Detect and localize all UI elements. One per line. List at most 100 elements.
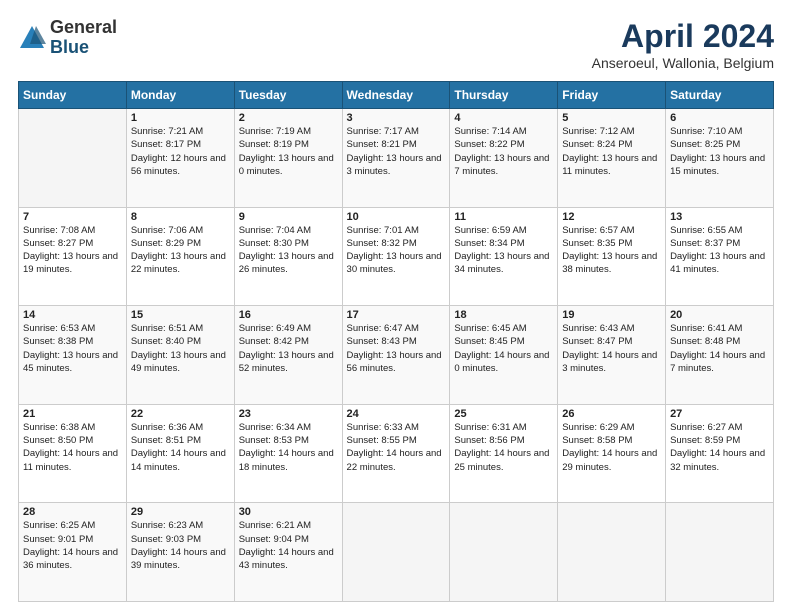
day-info: Sunrise: 6:41 AMSunset: 8:48 PMDaylight:… [670,322,769,375]
sunset: Sunset: 9:04 PM [239,534,309,545]
daylight: Daylight: 14 hours and 3 minutes. [562,350,657,374]
sunset: Sunset: 8:43 PM [347,336,417,347]
calendar-cell: 26Sunrise: 6:29 AMSunset: 8:58 PMDayligh… [558,404,666,503]
day-number: 23 [239,408,338,420]
week-row-5: 28Sunrise: 6:25 AMSunset: 9:01 PMDayligh… [19,503,774,602]
sunset: Sunset: 8:40 PM [131,336,201,347]
sunset: Sunset: 8:47 PM [562,336,632,347]
daylight: Daylight: 13 hours and 15 minutes. [670,153,765,177]
daylight: Daylight: 14 hours and 7 minutes. [670,350,765,374]
sunrise: Sunrise: 6:43 AM [562,323,634,334]
daylight: Daylight: 14 hours and 29 minutes. [562,448,657,472]
day-number: 22 [131,408,230,420]
calendar-cell: 1Sunrise: 7:21 AMSunset: 8:17 PMDaylight… [126,109,234,208]
daylight: Daylight: 13 hours and 26 minutes. [239,251,334,275]
sunrise: Sunrise: 6:57 AM [562,225,634,236]
calendar-table: SundayMondayTuesdayWednesdayThursdayFrid… [18,81,774,602]
sunrise: Sunrise: 6:51 AM [131,323,203,334]
daylight: Daylight: 13 hours and 3 minutes. [347,153,442,177]
sunrise: Sunrise: 7:21 AM [131,126,203,137]
calendar-cell: 8Sunrise: 7:06 AMSunset: 8:29 PMDaylight… [126,207,234,306]
sunset: Sunset: 8:29 PM [131,238,201,249]
logo-text: General Blue [50,18,117,58]
sunrise: Sunrise: 7:12 AM [562,126,634,137]
week-row-1: 1 Sunrise: 7:21 AM Sunset: 8:17 PM Daylight… [19,109,774,208]
sunset: Sunset: 8:53 PM [239,435,309,446]
logo-icon [18,24,46,52]
sunrise: Sunrise: 6:59 AM [454,225,526,236]
day-number: 3 [347,112,446,124]
day-number: 21 [23,408,122,420]
day-info: Sunrise: 7:01 AMSunset: 8:32 PMDaylight:… [347,224,446,277]
sunset: Sunset: 8:30 PM [239,238,309,249]
subtitle: Anseroeul, Wallonia, Belgium [592,55,774,71]
calendar-cell: 21Sunrise: 6:38 AMSunset: 8:50 PMDayligh… [19,404,127,503]
day-number: 8 [131,211,230,223]
week-row-4: 21Sunrise: 6:38 AMSunset: 8:50 PMDayligh… [19,404,774,503]
calendar-cell: 13Sunrise: 6:55 AMSunset: 8:37 PMDayligh… [666,207,774,306]
day-info: Sunrise: 7:14 AMSunset: 8:22 PMDaylight:… [454,125,553,178]
sunrise: Sunrise: 7:14 AM [454,126,526,137]
day-number: 11 [454,211,553,223]
day-info: Sunrise: 6:33 AMSunset: 8:55 PMDaylight:… [347,421,446,474]
sunset: Sunset: 8:17 PM [131,139,201,150]
day-info: Sunrise: 6:25 AMSunset: 9:01 PMDaylight:… [23,519,122,572]
sunset: Sunset: 8:24 PM [562,139,632,150]
daylight: Daylight: 14 hours and 11 minutes. [23,448,118,472]
weekday-header-sunday: Sunday [19,82,127,109]
day-info: Sunrise: 6:23 AMSunset: 9:03 PMDaylight:… [131,519,230,572]
calendar-cell: 3Sunrise: 7:17 AMSunset: 8:21 PMDaylight… [342,109,450,208]
calendar-cell: 27Sunrise: 6:27 AMSunset: 8:59 PMDayligh… [666,404,774,503]
day-number: 27 [670,408,769,420]
day-number: 25 [454,408,553,420]
sunset: Sunset: 9:01 PM [23,534,93,545]
sunset: Sunset: 8:58 PM [562,435,632,446]
day-info: Sunrise: 7:12 AMSunset: 8:24 PMDaylight:… [562,125,661,178]
sunrise: Sunrise: 6:47 AM [347,323,419,334]
daylight: Daylight: 13 hours and 19 minutes. [23,251,118,275]
day-number: 1 [131,112,230,124]
sunset: Sunset: 8:27 PM [23,238,93,249]
day-info: Sunrise: 6:45 AMSunset: 8:45 PMDaylight:… [454,322,553,375]
day-number: 14 [23,309,122,321]
calendar-cell: 10Sunrise: 7:01 AMSunset: 8:32 PMDayligh… [342,207,450,306]
sunrise: Sunrise: 6:53 AM [23,323,95,334]
day-number: 30 [239,506,338,518]
daylight: Daylight: 14 hours and 18 minutes. [239,448,334,472]
sunrise: Sunrise: 6:23 AM [131,520,203,531]
sunset: Sunset: 8:51 PM [131,435,201,446]
day-number: 28 [23,506,122,518]
calendar-cell [558,503,666,602]
sunset: Sunset: 8:59 PM [670,435,740,446]
daylight: Daylight: 14 hours and 36 minutes. [23,547,118,571]
day-number: 12 [562,211,661,223]
day-info: Sunrise: 6:59 AMSunset: 8:34 PMDaylight:… [454,224,553,277]
calendar-cell: 14Sunrise: 6:53 AMSunset: 8:38 PMDayligh… [19,306,127,405]
sunset: Sunset: 8:48 PM [670,336,740,347]
day-number: 24 [347,408,446,420]
logo-general: General [50,18,117,38]
sunrise: Sunrise: 7:01 AM [347,225,419,236]
day-number: 4 [454,112,553,124]
day-number: 6 [670,112,769,124]
daylight: Daylight: 13 hours and 41 minutes. [670,251,765,275]
sunrise: Sunrise: 7:10 AM [670,126,742,137]
calendar-cell: 23Sunrise: 6:34 AMSunset: 8:53 PMDayligh… [234,404,342,503]
day-info: Sunrise: 7:19 AMSunset: 8:19 PMDaylight:… [239,125,338,178]
daylight: Daylight: 13 hours and 45 minutes. [23,350,118,374]
calendar-cell: 5Sunrise: 7:12 AMSunset: 8:24 PMDaylight… [558,109,666,208]
weekday-header-tuesday: Tuesday [234,82,342,109]
logo-blue: Blue [50,38,117,58]
day-number: 20 [670,309,769,321]
daylight: Daylight: 13 hours and 52 minutes. [239,350,334,374]
calendar-cell: 28Sunrise: 6:25 AMSunset: 9:01 PMDayligh… [19,503,127,602]
calendar-cell: 19Sunrise: 6:43 AMSunset: 8:47 PMDayligh… [558,306,666,405]
day-number: 5 [562,112,661,124]
weekday-header-monday: Monday [126,82,234,109]
sunset: Sunset: 8:55 PM [347,435,417,446]
calendar-cell: 7Sunrise: 7:08 AMSunset: 8:27 PMDaylight… [19,207,127,306]
day-info: Sunrise: 7:06 AMSunset: 8:29 PMDaylight:… [131,224,230,277]
day-info: Sunrise: 6:36 AMSunset: 8:51 PMDaylight:… [131,421,230,474]
daylight: Daylight: 14 hours and 25 minutes. [454,448,549,472]
day-info: Sunrise: 6:55 AMSunset: 8:37 PMDaylight:… [670,224,769,277]
